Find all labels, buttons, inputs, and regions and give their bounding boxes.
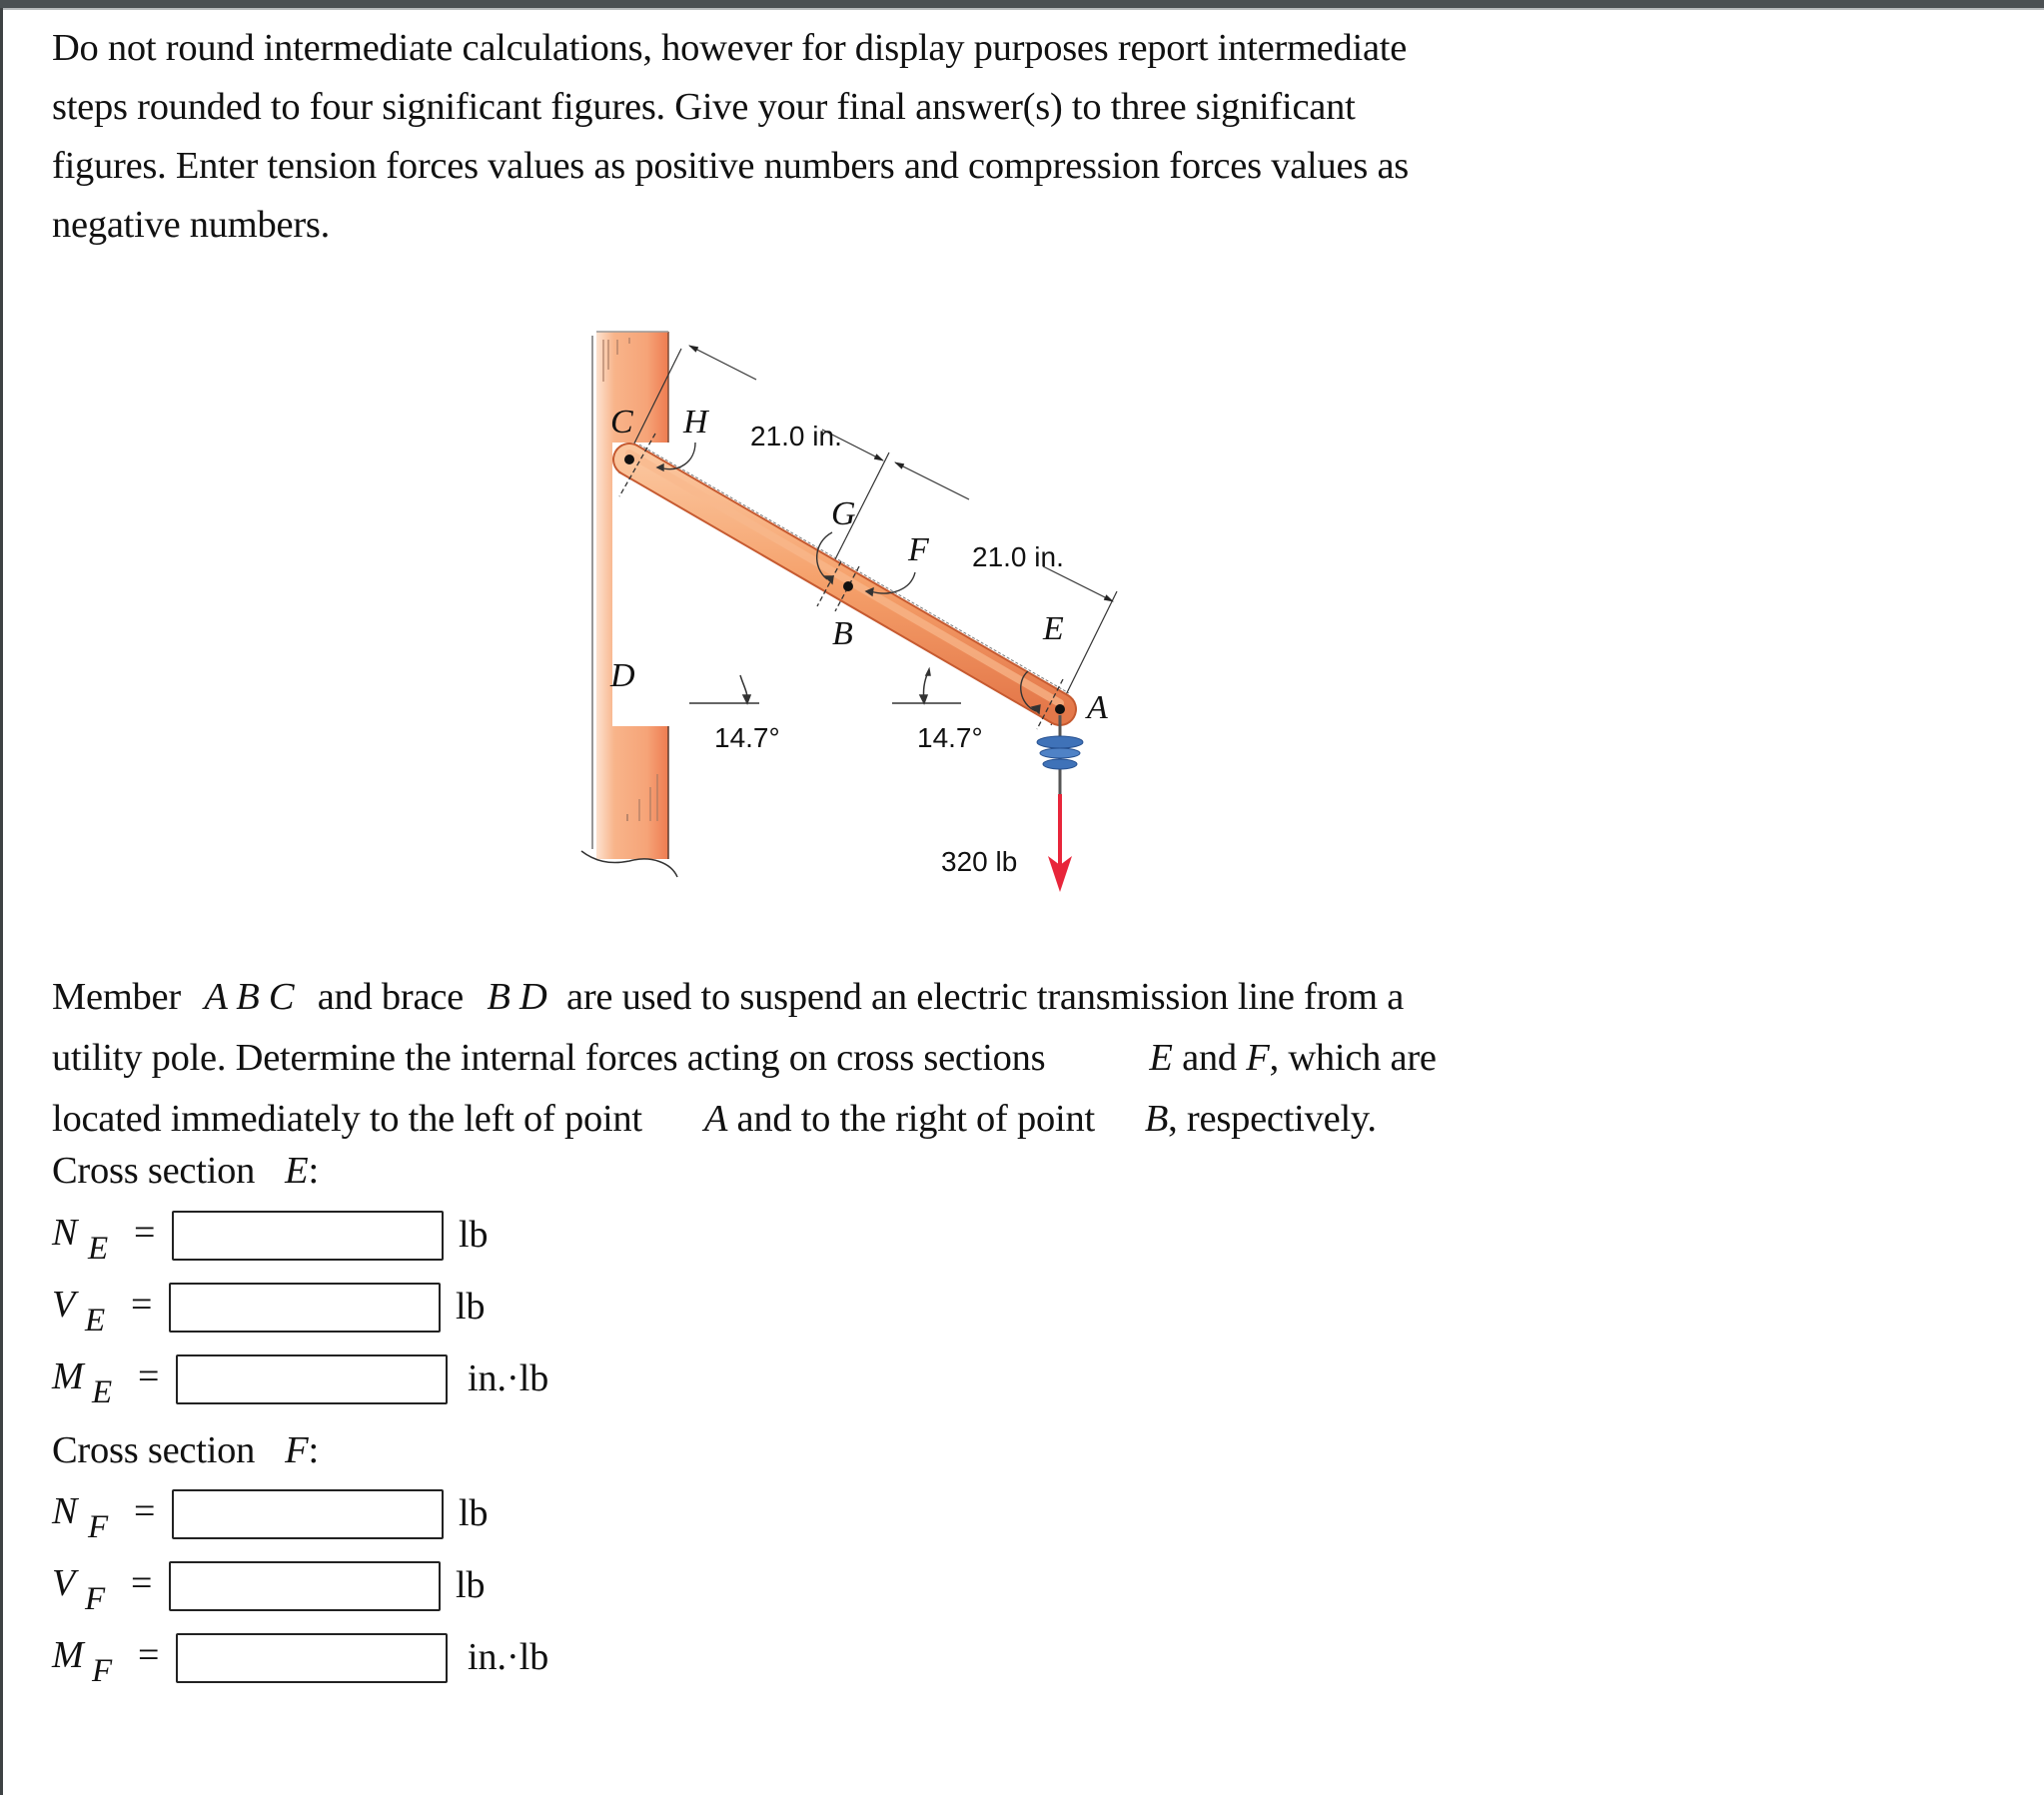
text: , respectively. [1168, 1098, 1377, 1140]
point-label-a: A [1085, 689, 1108, 726]
text: Member [52, 976, 181, 1018]
subscript: E [85, 1303, 106, 1339]
point-label-d: D [609, 657, 635, 694]
instructions-line: Do not round intermediate calculations, … [52, 27, 1408, 69]
equals-sign: = [131, 1562, 153, 1604]
section-label-text: Cross section [52, 1150, 256, 1192]
unit-label: lb [459, 1214, 489, 1256]
nf-input[interactable] [172, 1489, 444, 1539]
text: and [1182, 1037, 1237, 1079]
var-bd: B D [487, 976, 547, 1018]
text: are used to suspend an electric transmis… [565, 976, 1405, 1018]
section-var: F [285, 1429, 309, 1471]
subscript: F [92, 1653, 113, 1689]
symbol: M [52, 1634, 84, 1676]
section-colon: : [308, 1429, 319, 1471]
point-label-b: B [832, 615, 853, 652]
member-abc [612, 443, 1077, 726]
dimension-bottom-label: 21.0 in. [972, 541, 1064, 572]
unit-label: lb [456, 1564, 486, 1606]
window-top-bar [0, 0, 2044, 10]
var-abc: A B C [204, 976, 295, 1018]
utility-pole-diagram: C H 21.0 in. G F 21.0 in. B E D A 14.7° … [580, 331, 1118, 892]
text: utility pole. Determine the internal for… [52, 1037, 1046, 1079]
unit-label: in.·lb [468, 1636, 549, 1678]
section-label-text: Cross section [52, 1429, 256, 1471]
subscript: F [85, 1581, 106, 1617]
mf-input[interactable] [176, 1633, 448, 1683]
symbol: V [52, 1562, 76, 1604]
instructions-line: steps rounded to four significant figure… [52, 86, 1356, 128]
load-arrow [1048, 794, 1072, 892]
subscript: E [88, 1231, 109, 1267]
load-label: 320 lb [941, 846, 1017, 877]
insulator [1036, 715, 1084, 794]
point-label-h: H [682, 404, 710, 441]
me-input[interactable] [176, 1354, 448, 1404]
point-label-g: G [831, 495, 856, 532]
equals-sign: = [134, 1212, 156, 1254]
var-f: F [1246, 1037, 1270, 1079]
problem-line-3: located immediately to the left of point… [52, 1089, 1700, 1150]
instructions-paragraph: Do not round intermediate calculations, … [52, 19, 1610, 255]
symbol: N [52, 1212, 78, 1254]
equals-sign: = [138, 1634, 160, 1676]
cross-section-f-label: Cross section F: [52, 1428, 319, 1472]
problem-statement: Member A B C and brace B D are used to s… [52, 967, 1700, 1150]
vf-input[interactable] [169, 1561, 441, 1611]
angle-indicators [689, 666, 961, 705]
problem-line-2: utility pole. Determine the internal for… [52, 1028, 1700, 1089]
subscript: F [88, 1509, 109, 1545]
var-a: A [703, 1098, 728, 1140]
cross-section-e-label: Cross section E: [52, 1149, 319, 1193]
ne-input[interactable] [172, 1211, 444, 1261]
point-label-f: F [907, 531, 930, 568]
angle-right-label: 14.7° [917, 722, 983, 753]
problem-line-1: Member A B C and brace B D are used to s… [52, 967, 1700, 1028]
symbol: V [52, 1284, 76, 1326]
instructions-line: negative numbers. [52, 204, 330, 246]
unit-label: lb [456, 1286, 486, 1328]
text: and brace [317, 976, 465, 1018]
subscript: E [92, 1374, 113, 1410]
ve-input[interactable] [169, 1283, 441, 1333]
dimension-top-label: 21.0 in. [750, 421, 842, 451]
window-left-border [0, 8, 3, 1795]
instructions-line: figures. Enter tension forces values as … [52, 145, 1410, 187]
unit-label: lb [459, 1492, 489, 1534]
point-label-c: C [610, 404, 633, 441]
section-colon: : [308, 1150, 319, 1192]
unit-label: in.·lb [468, 1357, 549, 1399]
angle-left-label: 14.7° [714, 722, 780, 753]
point-label-e: E [1042, 610, 1064, 647]
text: and to the right of point [736, 1098, 1096, 1140]
dimension-lines [618, 345, 1118, 726]
problem-figure: C H 21.0 in. G F 21.0 in. B E D A 14.7° … [559, 310, 1159, 909]
var-b: B [1144, 1098, 1169, 1140]
text: located immediately to the left of point [52, 1098, 642, 1140]
section-var: E [285, 1150, 309, 1192]
equals-sign: = [138, 1355, 160, 1397]
symbol: N [52, 1490, 78, 1532]
var-e: E [1149, 1037, 1173, 1079]
symbol: M [52, 1355, 84, 1397]
text: , which are [1269, 1037, 1437, 1079]
equals-sign: = [134, 1490, 156, 1532]
equals-sign: = [131, 1284, 153, 1326]
